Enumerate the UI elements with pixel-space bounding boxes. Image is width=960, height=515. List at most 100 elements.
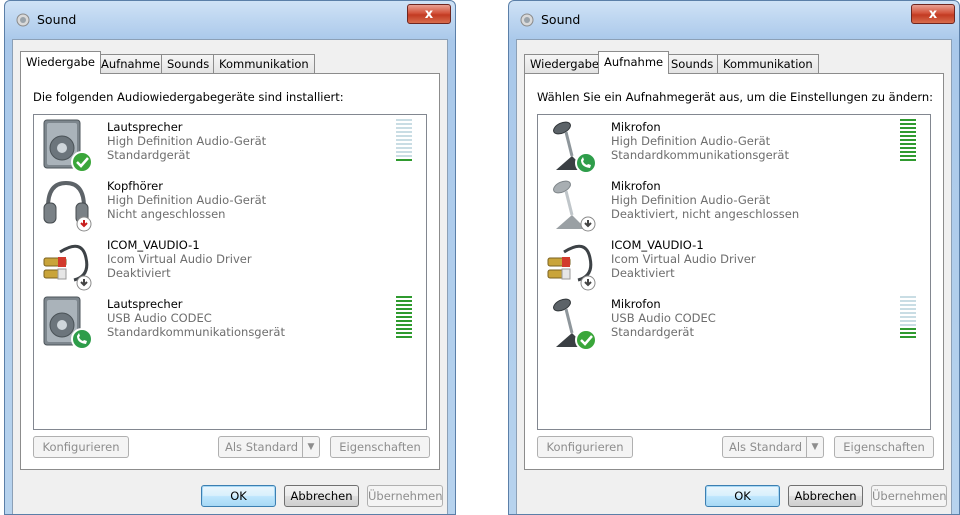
meter-segment bbox=[900, 147, 916, 149]
meter-segment bbox=[900, 135, 916, 137]
device-driver: USB Audio CODEC bbox=[107, 311, 212, 325]
device-name: Mikrofon bbox=[611, 179, 661, 193]
device-item[interactable]: Mikrofon High Definition Audio-Gerät Sta… bbox=[538, 115, 930, 175]
device-status: Standardkommunikationsgerät bbox=[107, 325, 285, 339]
meter-segment bbox=[900, 119, 916, 121]
meter-segment bbox=[900, 155, 916, 157]
sound-window-recording: Sound x Wiedergabe Aufnahme Sounds Kommu… bbox=[508, 0, 960, 515]
meter-segment bbox=[900, 296, 916, 298]
close-button[interactable]: x bbox=[407, 4, 451, 24]
microphone-icon bbox=[553, 180, 596, 232]
meter-segment bbox=[396, 127, 412, 129]
meter-segment bbox=[900, 151, 916, 153]
microphone-icon bbox=[553, 298, 597, 351]
meter-segment bbox=[396, 159, 412, 161]
sound-window-playback: Sound x Wiedergabe Aufnahme Sounds Kommu… bbox=[4, 0, 456, 515]
meter-segment bbox=[396, 336, 412, 338]
device-driver: Icom Virtual Audio Driver bbox=[107, 252, 252, 266]
configure-button[interactable]: Konfigurieren bbox=[33, 436, 129, 458]
device-status: Standardkommunikationsgerät bbox=[611, 148, 789, 162]
tab-wiedergabe[interactable]: Wiedergabe bbox=[20, 51, 102, 74]
meter-segment bbox=[900, 143, 916, 145]
configure-button[interactable]: Konfigurieren bbox=[537, 436, 633, 458]
ok-button[interactable]: OK bbox=[705, 485, 780, 507]
ok-button[interactable]: OK bbox=[201, 485, 276, 507]
default-check-badge bbox=[575, 329, 597, 351]
device-item[interactable]: Mikrofon High Definition Audio-Gerät Dea… bbox=[538, 174, 930, 234]
meter-segment bbox=[396, 147, 412, 149]
window-title: Sound bbox=[541, 12, 581, 27]
tab-aufnahme[interactable]: Aufnahme bbox=[598, 51, 670, 74]
meter-segment bbox=[396, 155, 412, 157]
disabled-badge bbox=[580, 275, 596, 291]
meter-segment bbox=[396, 328, 412, 330]
tab-aufnahme[interactable]: Aufnahme bbox=[95, 54, 167, 73]
tab-kommunikation[interactable]: Kommunikation bbox=[213, 54, 315, 73]
meter-segment bbox=[900, 127, 916, 129]
device-driver: Icom Virtual Audio Driver bbox=[611, 252, 756, 266]
chevron-down-icon[interactable]: ▼ bbox=[302, 437, 319, 457]
device-name: Lautsprecher bbox=[107, 297, 183, 311]
properties-button[interactable]: Eigenschaften bbox=[330, 436, 430, 458]
device-item[interactable]: Kopfhörer High Definition Audio-Gerät Ni… bbox=[34, 174, 426, 234]
meter-segment bbox=[900, 324, 916, 326]
meter-segment bbox=[900, 320, 916, 322]
meter-segment bbox=[900, 300, 916, 302]
tab-kommunikation[interactable]: Kommunikation bbox=[717, 54, 819, 73]
meter-segment bbox=[396, 312, 412, 314]
device-status: Standardgerät bbox=[107, 148, 190, 162]
speaker-icon bbox=[43, 296, 93, 350]
set-default-button[interactable]: Als Standard ▼ bbox=[722, 436, 824, 458]
meter-segment bbox=[396, 324, 412, 326]
device-list[interactable]: Mikrofon High Definition Audio-Gerät Sta… bbox=[537, 114, 931, 430]
tab-sounds[interactable]: Sounds bbox=[665, 54, 720, 73]
device-item[interactable]: ICOM_VAUDIO-1 Icom Virtual Audio Driver … bbox=[34, 233, 426, 293]
close-button[interactable]: x bbox=[911, 4, 955, 24]
device-status: Standardgerät bbox=[611, 325, 694, 339]
meter-segment bbox=[396, 308, 412, 310]
device-driver: High Definition Audio-Gerät bbox=[611, 134, 771, 148]
device-driver: High Definition Audio-Gerät bbox=[107, 134, 267, 148]
device-status: Deaktiviert bbox=[611, 266, 675, 280]
meter-segment bbox=[396, 143, 412, 145]
communication-phone-badge bbox=[575, 152, 597, 174]
device-list[interactable]: Lautsprecher High Definition Audio-Gerät… bbox=[33, 114, 427, 430]
chevron-down-icon[interactable]: ▼ bbox=[806, 437, 823, 457]
meter-segment bbox=[396, 139, 412, 141]
not-connected-badge bbox=[76, 216, 92, 232]
dialog-client: Wiedergabe Aufnahme Sounds Kommunikation… bbox=[516, 39, 952, 514]
properties-button[interactable]: Eigenschaften bbox=[834, 436, 934, 458]
device-status: Deaktiviert, nicht angeschlossen bbox=[611, 207, 800, 221]
meter-segment bbox=[900, 159, 916, 161]
meter-segment bbox=[900, 123, 916, 125]
title-bar[interactable]: Sound x bbox=[5, 1, 455, 39]
device-status: Nicht angeschlossen bbox=[107, 207, 226, 221]
device-name: ICOM_VAUDIO-1 bbox=[107, 238, 200, 252]
apply-button[interactable]: Übernehmen bbox=[871, 485, 947, 507]
apply-button[interactable]: Übernehmen bbox=[367, 485, 443, 507]
meter-segment bbox=[396, 332, 412, 334]
set-default-button[interactable]: Als Standard ▼ bbox=[218, 436, 320, 458]
meter-segment bbox=[396, 131, 412, 133]
device-driver: High Definition Audio-Gerät bbox=[611, 193, 771, 207]
device-name: Kopfhörer bbox=[107, 179, 163, 193]
device-name: Mikrofon bbox=[611, 120, 661, 134]
tab-wiedergabe[interactable]: Wiedergabe bbox=[524, 54, 606, 73]
meter-segment bbox=[900, 332, 916, 334]
cancel-button[interactable]: Abbrechen bbox=[788, 485, 863, 507]
title-bar[interactable]: Sound x bbox=[509, 1, 959, 39]
meter-segment bbox=[900, 336, 916, 338]
level-meter bbox=[900, 119, 916, 163]
device-item[interactable]: ICOM_VAUDIO-1 Icom Virtual Audio Driver … bbox=[538, 233, 930, 293]
cable-icon bbox=[43, 244, 92, 291]
meter-segment bbox=[900, 139, 916, 141]
device-item[interactable]: Mikrofon USB Audio CODEC Standardgerät bbox=[538, 292, 930, 352]
meter-segment bbox=[900, 131, 916, 133]
device-item[interactable]: Lautsprecher USB Audio CODEC Standardkom… bbox=[34, 292, 426, 352]
device-item[interactable]: Lautsprecher High Definition Audio-Gerät… bbox=[34, 115, 426, 175]
meter-segment bbox=[396, 300, 412, 302]
cancel-button[interactable]: Abbrechen bbox=[284, 485, 359, 507]
tab-page: Die folgenden Audiowiedergabegeräte sind… bbox=[20, 73, 440, 470]
tab-sounds[interactable]: Sounds bbox=[161, 54, 216, 73]
meter-segment bbox=[900, 304, 916, 306]
